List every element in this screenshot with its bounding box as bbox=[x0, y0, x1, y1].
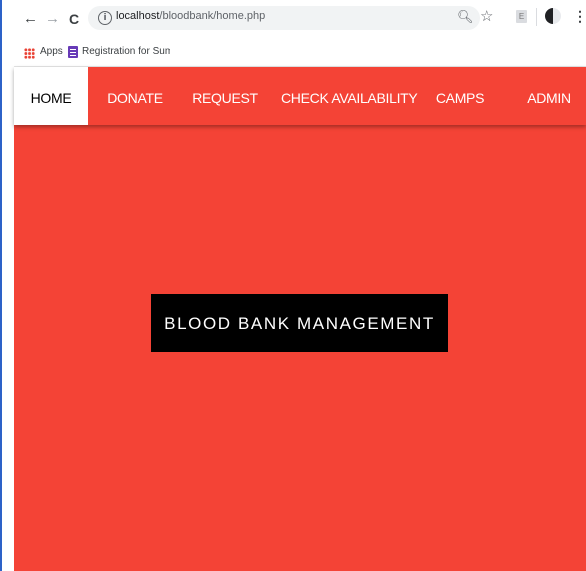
nav-admin[interactable]: ADMIN bbox=[520, 67, 578, 125]
nav-home[interactable]: HOME bbox=[14, 67, 88, 125]
toolbar-divider bbox=[536, 8, 537, 26]
url-text[interactable]: localhost/bloodbank/home.php bbox=[116, 10, 265, 22]
extension-icon[interactable]: E bbox=[516, 10, 527, 23]
menu-icon[interactable]: ⋮ bbox=[573, 8, 586, 25]
zoom-icon[interactable]: 🔍︎ bbox=[457, 9, 474, 25]
reload-icon[interactable]: C bbox=[69, 10, 79, 28]
profile-icon[interactable] bbox=[545, 8, 561, 24]
forward-arrow-icon[interactable]: → bbox=[45, 10, 60, 28]
info-icon[interactable]: i bbox=[98, 11, 112, 25]
nav-donate[interactable]: DONATE bbox=[100, 67, 170, 125]
page-content: HOME DONATE REQUEST CHECK AVAILABILITY C… bbox=[14, 67, 586, 571]
nav-check-availability[interactable]: CHECK AVAILABILITY bbox=[281, 67, 418, 125]
address-bar[interactable]: i localhost/bloodbank/home.php bbox=[88, 6, 480, 30]
site-navbar: HOME DONATE REQUEST CHECK AVAILABILITY C… bbox=[14, 67, 586, 125]
nav-request[interactable]: REQUEST bbox=[185, 67, 265, 125]
form-icon[interactable] bbox=[68, 46, 78, 58]
browser-toolbar: ← → C i localhost/bloodbank/home.php 🔍︎ … bbox=[14, 0, 586, 40]
star-icon[interactable]: ☆ bbox=[480, 7, 493, 25]
back-arrow-icon[interactable]: ← bbox=[23, 10, 38, 28]
url-path: /bloodbank/home.php bbox=[159, 10, 266, 22]
bookmarks-bar: Apps Registration for Sum bbox=[14, 40, 586, 67]
apps-icon[interactable] bbox=[24, 48, 35, 59]
url-host: localhost bbox=[116, 10, 160, 22]
apps-bookmark[interactable]: Apps bbox=[40, 46, 63, 57]
window-edge bbox=[0, 0, 2, 571]
hero-title: BLOOD BANK MANAGEMENT bbox=[151, 294, 448, 352]
nav-camps[interactable]: CAMPS bbox=[433, 67, 487, 125]
bookmark-registration[interactable]: Registration for Sum bbox=[82, 46, 170, 57]
